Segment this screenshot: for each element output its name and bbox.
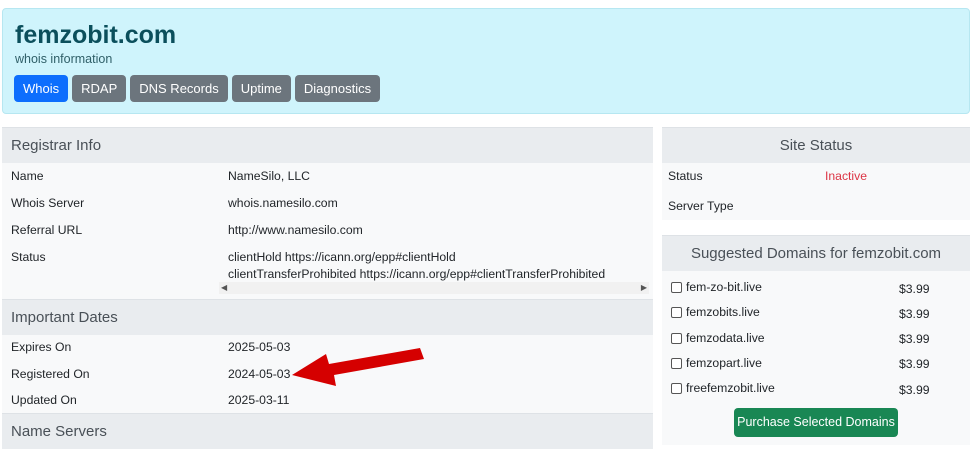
domain-price: $3.99 [899, 307, 930, 321]
domain-checkbox[interactable] [671, 281, 682, 293]
list-item: femzobits.live [671, 305, 760, 319]
domain-price: $3.99 [899, 282, 930, 296]
domain-price: $3.99 [899, 383, 930, 397]
status-value-1: clientHold https://icann.org/epp#clientH… [228, 250, 456, 264]
updated-label: Updated On [11, 393, 77, 407]
domain-checkbox[interactable] [671, 306, 682, 318]
domain-name: femzobits.live [686, 305, 760, 319]
red-arrow-icon [292, 348, 424, 386]
list-item: femzopart.live [671, 356, 762, 370]
nameservers-heading: Name Servers [2, 413, 653, 449]
horizontal-scrollbar[interactable]: ◀ ▶ [219, 282, 649, 294]
page-title: femzobit.com [15, 21, 177, 49]
whois-server-label: Whois Server [11, 196, 85, 210]
domain-checkbox[interactable] [671, 382, 682, 394]
tab-dns-records[interactable]: DNS Records [130, 75, 228, 102]
page-subtitle: whois information [15, 52, 113, 66]
expires-label: Expires On [11, 340, 72, 354]
status-badge: Inactive [825, 169, 868, 183]
scroll-left-icon[interactable]: ◀ [221, 282, 227, 294]
tab-rdap[interactable]: RDAP [72, 75, 127, 102]
tab-diagnostics[interactable]: Diagnostics [294, 75, 381, 102]
tab-whois[interactable]: Whois [14, 75, 69, 102]
domain-name: freefemzobit.live [686, 381, 775, 395]
suggested-heading: Suggested Domains for femzobit.com [662, 235, 970, 271]
whois-server-value: whois.namesilo.com [228, 196, 338, 210]
dates-heading: Important Dates [2, 299, 653, 335]
tab-bar: Whois RDAP DNS Records Uptime Diagnostic… [14, 75, 381, 102]
registered-label: Registered On [11, 367, 90, 381]
suggested-domains-panel: Suggested Domains for femzobit.com fem-z… [662, 235, 970, 445]
list-item: freefemzobit.live [671, 381, 775, 395]
scroll-right-icon[interactable]: ▶ [641, 282, 647, 294]
referral-url-label: Referral URL [11, 223, 83, 237]
domain-checkbox[interactable] [671, 357, 682, 369]
status-value-2: clientTransferProhibited https://icann.o… [228, 267, 606, 281]
domain-price: $3.99 [899, 332, 930, 346]
domain-checkbox[interactable] [671, 332, 682, 344]
registrar-heading: Registrar Info [2, 127, 653, 163]
list-item: fem-zo-bit.live [671, 280, 762, 294]
domain-name: fem-zo-bit.live [686, 280, 762, 294]
registered-value: 2024-05-03 [228, 367, 291, 381]
header-banner: femzobit.com whois information Whois RDA… [2, 8, 970, 114]
expires-value: 2025-05-03 [228, 340, 291, 354]
domain-name: femzodata.live [686, 331, 765, 345]
domain-name: femzopart.live [686, 356, 762, 370]
site-status-label: Status [668, 169, 703, 183]
site-status-heading: Site Status [662, 127, 970, 163]
purchase-button[interactable]: Purchase Selected Domains [734, 408, 898, 437]
list-item: femzodata.live [671, 331, 765, 345]
server-type-label: Server Type [668, 199, 734, 213]
referral-url-value: http://www.namesilo.com [228, 223, 363, 237]
registrar-name-label: Name [11, 169, 44, 183]
domain-price: $3.99 [899, 357, 930, 371]
updated-value: 2025-03-11 [228, 393, 290, 407]
registrar-name-value: NameSilo, LLC [228, 169, 310, 183]
status-label: Status [11, 250, 46, 264]
tab-uptime[interactable]: Uptime [231, 75, 291, 102]
site-status-panel: Site Status Status Inactive Server Type [662, 127, 970, 220]
